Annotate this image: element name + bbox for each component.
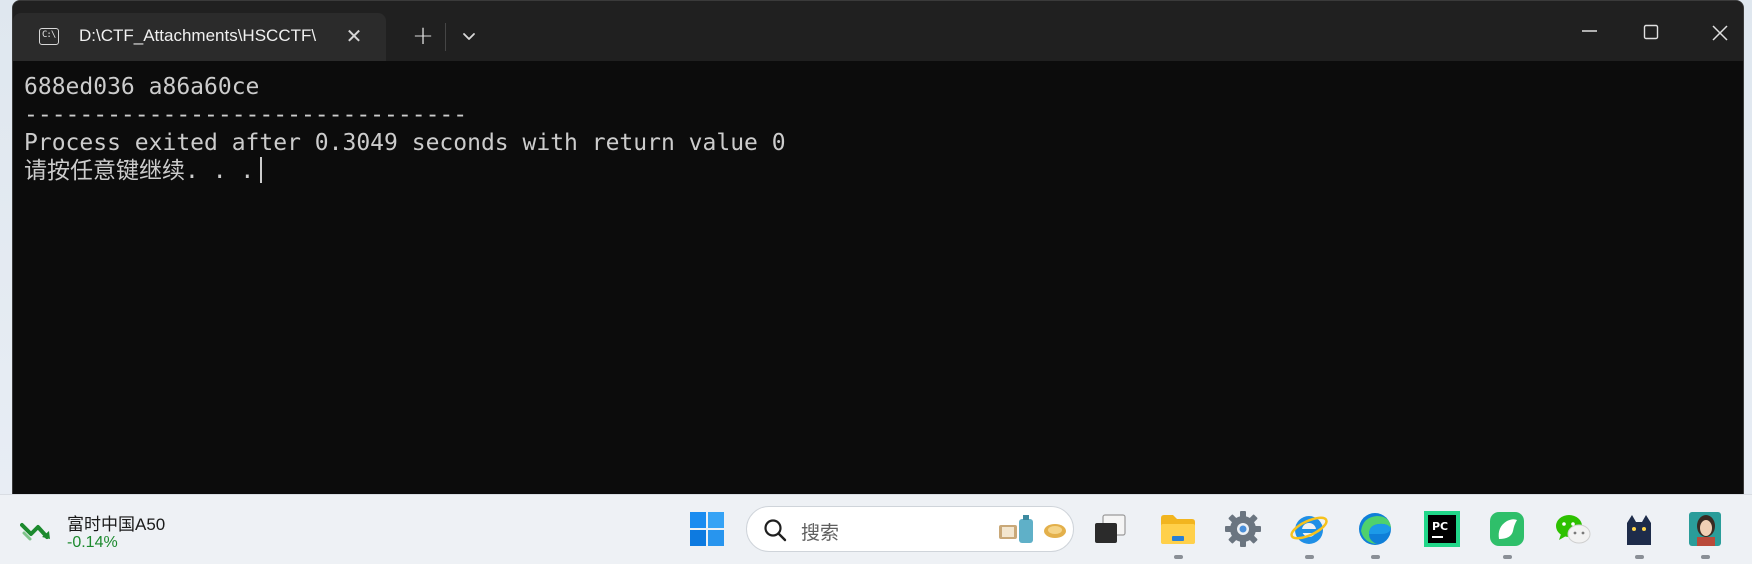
avatar-app-icon [1689,512,1721,546]
new-tab-button[interactable]: + [408,21,438,51]
task-view-button[interactable] [1090,509,1130,549]
desktop: C:\ D:\CTF_Attachments\HSCCTF\ ✕ + 688ed… [0,0,1752,564]
cat-app-button[interactable] [1619,509,1659,559]
wechat-icon [1556,515,1591,544]
ie-icon [1290,516,1328,544]
folder-icon [1161,515,1195,544]
close-icon [1712,25,1728,41]
taskbar-search[interactable]: 搜索 [746,506,1074,552]
title-bar[interactable]: C:\ D:\CTF_Attachments\HSCCTF\ ✕ + [13,1,1743,61]
cmd-icon-label: C:\ [42,30,56,40]
taskbar: 富时中国A50 -0.14% 搜索 PC [0,494,1752,564]
terminal-window: C:\ D:\CTF_Attachments\HSCCTF\ ✕ + 688ed… [12,0,1744,496]
windows-logo-icon [690,512,724,546]
running-indicator [1174,555,1183,559]
output-line-exit-status: Process exited after 0.3049 seconds with… [24,130,786,156]
feishu-icon [1490,512,1524,546]
widget-change: -0.14% [67,534,118,551]
start-button[interactable] [687,509,727,549]
avatar-app-button[interactable] [1685,509,1725,559]
task-view-icon [1095,514,1126,543]
running-indicator [1635,555,1644,559]
wechat-button[interactable] [1553,509,1593,549]
pycharm-icon: PC [1424,511,1460,547]
output-line-separator: -------------------------------- [24,102,468,128]
chevron-down-icon[interactable] [455,23,483,51]
maximize-button[interactable] [1621,11,1681,51]
search-highlight-icon [999,515,1066,543]
text-cursor [260,157,263,183]
tab-divider [445,23,446,51]
minimize-icon [1582,30,1597,32]
widget-title: 富时中国A50 [67,515,166,534]
search-placeholder: 搜索 [801,523,840,544]
stock-trend-icon [20,523,50,541]
output-line-hex: 688ed036 a86a60ce [24,74,260,100]
feishu-button[interactable] [1487,509,1527,559]
maximize-icon [1643,24,1659,40]
output-line-prompt: 请按任意键继续. . . [24,157,1743,185]
terminal-output[interactable]: 688ed036 a86a60ce ----------------------… [13,61,1743,495]
edge-button[interactable] [1355,509,1395,559]
running-indicator [1371,555,1380,559]
settings-button[interactable] [1223,509,1263,549]
svg-text:PC: PC [1432,520,1448,533]
pycharm-button[interactable]: PC [1422,509,1462,549]
search-icon [764,519,787,542]
gear-icon [1225,511,1261,547]
ie-button[interactable] [1289,509,1329,559]
cmd-icon: C:\ [39,28,59,45]
close-tab-icon[interactable]: ✕ [344,26,364,46]
tab-terminal[interactable]: C:\ D:\CTF_Attachments\HSCCTF\ ✕ [13,13,386,61]
cat-icon [1627,515,1651,545]
running-indicator [1305,555,1314,559]
tab-title: D:\CTF_Attachments\HSCCTF\ [79,26,317,45]
edge-icon [1359,513,1391,545]
press-any-key-text: 请按任意键继续. . . [24,158,255,184]
running-indicator [1503,555,1512,559]
close-window-button[interactable] [1689,11,1743,51]
file-explorer-button[interactable] [1158,509,1198,559]
stock-widget[interactable]: 富时中国A50 -0.14% [18,505,198,555]
running-indicator [1701,555,1710,559]
minimize-button[interactable] [1559,11,1619,51]
